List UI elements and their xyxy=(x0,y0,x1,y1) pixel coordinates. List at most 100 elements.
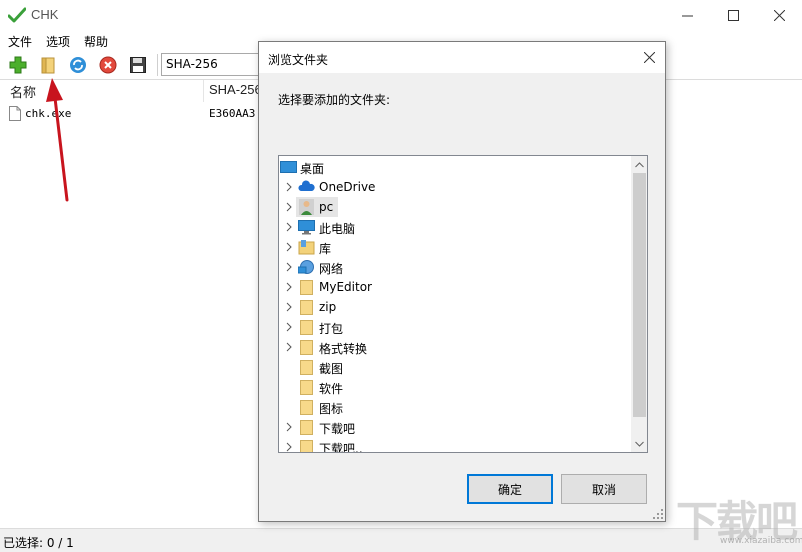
chevron-right-icon[interactable] xyxy=(284,182,294,192)
minimize-button[interactable] xyxy=(664,0,710,31)
toolbar-separator xyxy=(157,54,158,76)
chevron-right-icon[interactable] xyxy=(284,222,294,232)
resize-grip-icon[interactable] xyxy=(653,509,663,519)
maximize-button[interactable] xyxy=(710,0,756,31)
close-button[interactable] xyxy=(756,0,802,31)
menu-file[interactable]: 文件 xyxy=(8,33,32,50)
folder-icon xyxy=(300,400,313,415)
refresh-button[interactable] xyxy=(66,53,90,77)
tree-item-pack[interactable]: 打包 xyxy=(279,317,631,337)
chevron-right-icon[interactable] xyxy=(284,442,294,452)
dialog-prompt: 选择要添加的文件夹: xyxy=(278,93,391,107)
folder-icon xyxy=(300,380,313,395)
refresh-icon xyxy=(70,57,86,73)
tree-item-software[interactable]: 软件 xyxy=(279,377,631,397)
add-files-button[interactable] xyxy=(6,53,30,77)
scroll-down-button[interactable] xyxy=(631,435,647,452)
tree-item-network[interactable]: 网络 xyxy=(279,257,631,277)
scroll-up-button[interactable] xyxy=(631,156,647,173)
chevron-right-icon[interactable] xyxy=(284,322,294,332)
tree-item-label: 网络 xyxy=(319,262,344,276)
tree-item-xiazaiba[interactable]: 下载吧 xyxy=(279,417,631,437)
menu-help[interactable]: 帮助 xyxy=(84,33,108,50)
list-item-name[interactable]: chk.exe xyxy=(25,107,71,120)
open-folder-icon xyxy=(41,57,55,74)
column-header-hash[interactable]: SHA-256 xyxy=(209,82,262,97)
tree-item-label: pc xyxy=(319,200,334,214)
cancel-button[interactable]: 取消 xyxy=(561,474,647,504)
chevron-down-icon xyxy=(635,441,644,447)
tree-item-screenshots[interactable]: 截图 xyxy=(279,357,631,377)
scroll-thumb[interactable] xyxy=(633,173,646,417)
watermark-url: www.xiazaiba.com xyxy=(720,536,802,546)
add-folder-button[interactable] xyxy=(36,53,60,77)
ok-button[interactable]: 确定 xyxy=(467,474,553,504)
folder-icon xyxy=(300,440,313,452)
tree-item-zip[interactable]: zip xyxy=(279,297,631,317)
checkmark-icon xyxy=(8,7,26,23)
tree-item-label: 桌面 xyxy=(300,162,325,176)
chevron-right-icon[interactable] xyxy=(284,422,294,432)
chevron-right-icon[interactable] xyxy=(284,342,294,352)
tree-item-icons[interactable]: 图标 xyxy=(279,397,631,417)
dialog-close-button[interactable] xyxy=(633,42,665,73)
folder-tree[interactable]: 桌面 OneDrive pc 此电脑 库 网络 MyEditor zip 打包 … xyxy=(278,155,648,453)
tree-item-pc[interactable]: pc xyxy=(279,197,631,217)
chevron-right-icon[interactable] xyxy=(284,262,294,272)
add-icon xyxy=(9,56,27,74)
tree-item-label: 此电脑 xyxy=(319,222,356,236)
chevron-right-icon[interactable] xyxy=(284,242,294,252)
tree-item-format-convert[interactable]: 格式转换 xyxy=(279,337,631,357)
column-divider[interactable] xyxy=(203,80,204,102)
folder-icon xyxy=(300,420,313,435)
folder-icon xyxy=(300,280,313,295)
user-icon xyxy=(299,199,314,215)
tree-item-label: 截图 xyxy=(319,362,344,376)
save-button[interactable] xyxy=(126,53,150,77)
stop-button[interactable] xyxy=(96,53,120,77)
tree-item-desktop[interactable]: 桌面 xyxy=(279,157,631,177)
watermark: 下载吧 www.xiazaiba.com xyxy=(676,488,802,548)
menu-options[interactable]: 选项 xyxy=(46,33,70,50)
browse-folder-dialog: 浏览文件夹 选择要添加的文件夹: 桌面 OneDrive pc 此电脑 库 网络… xyxy=(258,41,666,522)
tree-item-this-pc[interactable]: 此电脑 xyxy=(279,217,631,237)
tree-item-label: 格式转换 xyxy=(319,342,368,356)
algorithm-select[interactable]: SHA-256 xyxy=(161,53,261,76)
column-header-name[interactable]: 名称 xyxy=(10,82,36,101)
tree-item-myeditor[interactable]: MyEditor xyxy=(279,277,631,297)
cloud-icon xyxy=(298,180,315,191)
maximize-icon xyxy=(727,10,739,21)
file-icon xyxy=(9,106,21,121)
tree-item-label: 库 xyxy=(319,242,332,256)
title-bar: CHK xyxy=(0,0,802,31)
minimize-icon xyxy=(681,15,693,17)
close-icon xyxy=(643,52,655,63)
tree-scrollbar[interactable] xyxy=(631,156,647,452)
save-icon xyxy=(130,57,146,73)
chevron-right-icon[interactable] xyxy=(284,302,294,312)
tree-item-xiazaiba-2[interactable]: 下载吧.. xyxy=(279,437,631,453)
desktop-icon xyxy=(280,161,297,173)
dialog-title: 浏览文件夹 xyxy=(268,53,329,67)
tree-item-label: 打包 xyxy=(319,322,344,336)
chevron-right-icon[interactable] xyxy=(284,202,294,212)
folder-icon xyxy=(300,300,313,315)
folder-icon xyxy=(300,320,313,335)
tree-item-label: 下载吧.. xyxy=(319,442,363,453)
network-icon xyxy=(298,260,314,274)
tree-item-label: MyEditor xyxy=(319,280,372,294)
chevron-right-icon[interactable] xyxy=(284,282,294,292)
list-item-hash[interactable]: E360AA3 xyxy=(209,107,255,120)
chk-window: CHK 文件 选项 帮助 SHA-256 名称 SHA-256 chk.exe … xyxy=(0,0,802,552)
tree-item-label: 软件 xyxy=(319,382,344,396)
tree-item-onedrive[interactable]: OneDrive xyxy=(279,177,631,197)
close-icon xyxy=(773,10,785,21)
tree-item-label: zip xyxy=(319,300,337,314)
tree-item-library[interactable]: 库 xyxy=(279,237,631,257)
folder-icon xyxy=(300,340,313,355)
computer-icon xyxy=(298,220,315,235)
library-icon xyxy=(298,240,315,255)
tree-item-label: 图标 xyxy=(319,402,344,416)
dialog-title-bar: 浏览文件夹 xyxy=(259,42,665,73)
stop-icon xyxy=(99,56,117,74)
